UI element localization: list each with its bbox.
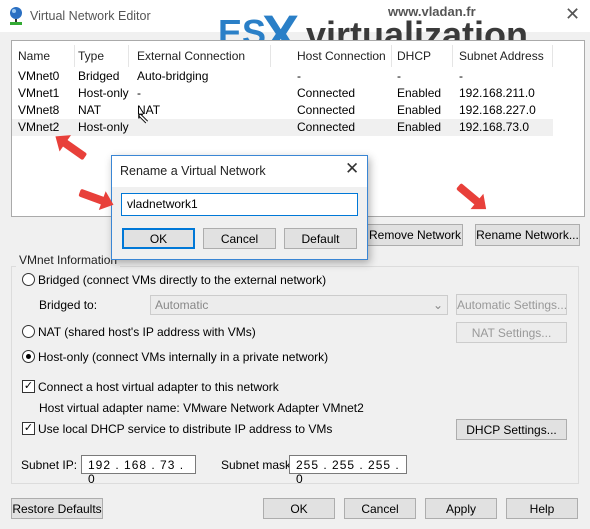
chevron-down-icon: ⌄: [432, 298, 443, 312]
mouse-cursor-icon: ⇖: [136, 110, 150, 127]
dialog-title: Rename a Virtual Network: [120, 164, 266, 178]
table-row[interactable]: VMnet8 NAT NAT Connected Enabled 192.168.227.…: [12, 102, 553, 119]
cell-dhcp: Enabled: [397, 120, 442, 134]
column-divider[interactable]: [270, 45, 271, 67]
restore-defaults-button[interactable]: Restore Defaults: [11, 498, 103, 519]
column-divider[interactable]: [74, 45, 75, 67]
table-row[interactable]: VMnet2 Host-only Connected Enabled 192.168.7…: [12, 119, 553, 136]
ok-button[interactable]: OK: [263, 498, 335, 519]
rename-network-button[interactable]: Rename Network...: [475, 224, 580, 246]
cell-name: VMnet0: [18, 69, 60, 83]
bridged-to-value: Automatic: [155, 298, 209, 312]
automatic-settings-button[interactable]: Automatic Settings...: [456, 294, 567, 315]
use-dhcp-label[interactable]: Use local DHCP service to distribute IP …: [38, 422, 332, 436]
cell-type: Host-only: [78, 120, 129, 134]
bridged-to-label: Bridged to:: [39, 298, 98, 312]
cell-subnet: 192.168.73.0: [459, 120, 530, 134]
column-divider[interactable]: [128, 45, 129, 67]
bridged-radio[interactable]: [22, 273, 35, 286]
column-header-name[interactable]: Name: [18, 49, 50, 63]
window-title: Virtual Network Editor: [30, 9, 151, 23]
cell-subnet: 192.168.211.0: [459, 86, 535, 100]
cell-dhcp: Enabled: [397, 103, 442, 117]
cell-type: Bridged: [78, 69, 120, 83]
bridged-label[interactable]: Bridged (connect VMs directly to the ext…: [38, 273, 326, 287]
cell-type: Host-only: [78, 86, 129, 100]
column-header-dhcp[interactable]: DHCP: [397, 49, 431, 63]
rename-dialog: Rename a Virtual Network ✕ vladnetwork1 …: [111, 155, 368, 260]
group-label: VMnet Information: [16, 253, 121, 267]
column-divider[interactable]: [552, 45, 553, 67]
column-header-subnet[interactable]: Subnet Address: [459, 49, 544, 63]
column-divider[interactable]: [452, 45, 453, 67]
network-globe-icon: [10, 7, 22, 25]
apply-button[interactable]: Apply: [425, 498, 497, 519]
column-header-host[interactable]: Host Connection: [297, 49, 386, 63]
network-name-input[interactable]: vladnetwork1: [121, 193, 358, 216]
table-row[interactable]: VMnet0 Bridged Auto-bridging - - -: [12, 68, 553, 85]
nat-settings-button[interactable]: NAT Settings...: [456, 322, 567, 343]
connect-adapter-label[interactable]: Connect a host virtual adapter to this n…: [38, 380, 279, 394]
cell-host: -: [297, 69, 301, 83]
subnet-ip-field[interactable]: 192 . 168 . 73 . 0: [81, 455, 196, 486]
cell-subnet: -: [459, 69, 463, 83]
column-header-external[interactable]: External Connection: [137, 49, 245, 63]
dialog-close-button[interactable]: ✕: [345, 159, 359, 179]
cell-external: -: [137, 86, 141, 100]
subnet-mask-field[interactable]: 255 . 255 . 255 . 0: [289, 455, 407, 486]
cell-name: VMnet2: [18, 120, 60, 134]
dialog-cancel-button[interactable]: Cancel: [203, 228, 276, 249]
table-row[interactable]: VMnet1 Host-only - Connected Enabled 192.168.…: [12, 85, 553, 102]
cancel-button[interactable]: Cancel: [344, 498, 416, 519]
cell-host: Connected: [297, 120, 356, 134]
dialog-ok-button[interactable]: OK: [122, 228, 195, 249]
dhcp-settings-button[interactable]: DHCP Settings...: [456, 419, 567, 440]
window-close-button[interactable]: ✕: [565, 4, 580, 25]
cell-external: Auto-bridging: [137, 69, 209, 83]
remove-network-button[interactable]: Remove Network: [367, 224, 463, 246]
nat-label[interactable]: NAT (shared host's IP address with VMs): [38, 325, 256, 339]
cell-host: Connected: [297, 86, 356, 100]
subnet-mask-label: Subnet mask:: [221, 458, 295, 472]
host-only-label[interactable]: Host-only (connect VMs internally in a p…: [38, 350, 328, 364]
cell-type: NAT: [78, 103, 102, 117]
cell-name: VMnet1: [18, 86, 60, 100]
cell-host: Connected: [297, 103, 356, 117]
help-button[interactable]: Help: [506, 498, 578, 519]
dialog-default-button[interactable]: Default: [284, 228, 357, 249]
host-only-radio[interactable]: [22, 350, 35, 363]
connect-adapter-checkbox[interactable]: ✓: [22, 380, 35, 393]
nat-radio[interactable]: [22, 325, 35, 338]
subnet-ip-label: Subnet IP:: [21, 458, 78, 472]
cell-dhcp: -: [397, 69, 401, 83]
column-divider[interactable]: [391, 45, 392, 67]
cell-name: VMnet8: [18, 103, 60, 117]
cell-subnet: 192.168.227.0: [459, 103, 536, 117]
column-header-type[interactable]: Type: [78, 49, 104, 63]
adapter-name-text: Host virtual adapter name: VMware Networ…: [39, 401, 364, 415]
cell-dhcp: Enabled: [397, 86, 442, 100]
bridged-to-select[interactable]: Automatic ⌄: [150, 295, 448, 315]
use-dhcp-checkbox[interactable]: ✓: [22, 422, 35, 435]
